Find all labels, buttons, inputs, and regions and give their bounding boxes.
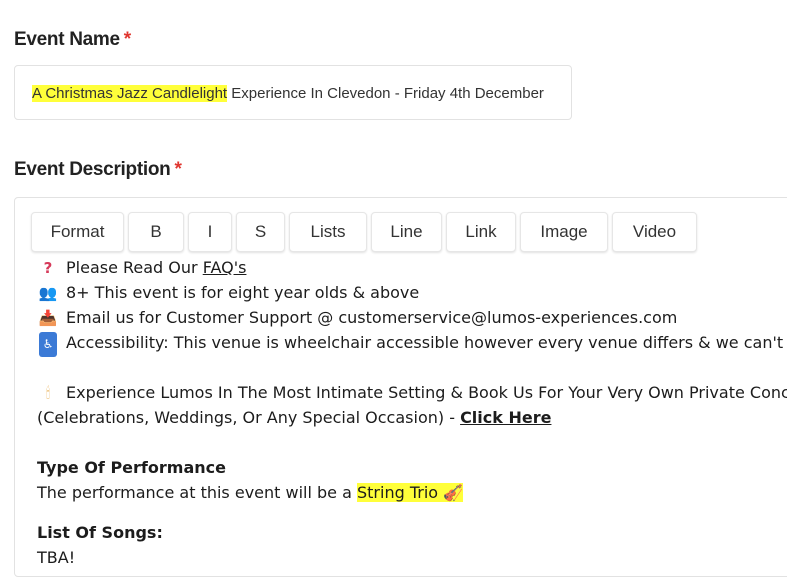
- faq-prefix: Please Read Our: [66, 258, 203, 277]
- performance-line: The performance at this event will be a …: [37, 480, 787, 505]
- songs-value: TBA!: [37, 548, 76, 567]
- wheelchair-icon: ♿: [39, 332, 57, 357]
- email-text: Email us for Customer Support @ customer…: [66, 308, 678, 327]
- event-name-input[interactable]: A Christmas Jazz Candlelight Experience …: [14, 65, 572, 120]
- event-description-label-text: Event Description: [14, 159, 171, 180]
- click-here-link[interactable]: Click Here: [460, 408, 551, 427]
- editor-toolbar: Format B I S Lists Line Link Image Video: [31, 212, 697, 252]
- required-marker: *: [174, 159, 182, 180]
- bold-button[interactable]: B: [128, 212, 184, 252]
- highlighted-text: A Christmas Jazz Candlelight: [32, 85, 228, 102]
- faq-link[interactable]: FAQ's: [203, 258, 247, 277]
- performance-heading: Type Of Performance: [37, 458, 226, 477]
- age-text: 8+ This event is for eight year olds & a…: [66, 283, 420, 302]
- required-marker: *: [123, 29, 131, 50]
- people-icon: 👥: [38, 284, 58, 302]
- image-button[interactable]: Image: [520, 212, 608, 252]
- event-description-label: Event Description *: [14, 159, 182, 181]
- event-description-editor[interactable]: Format B I S Lists Line Link Image Video…: [14, 197, 787, 577]
- private-line: 🕯 Experience Lumos In The Most Intimate S…: [37, 380, 787, 405]
- email-line: 📥 Email us for Customer Support @ custome…: [37, 305, 787, 330]
- performance-highlight: String Trio 🎻: [356, 483, 464, 502]
- private-text: Experience Lumos In The Most Intimate Se…: [66, 383, 787, 402]
- inbox-icon: 📥: [38, 309, 58, 327]
- question-icon: ?: [43, 259, 53, 277]
- accessibility-text: Accessibility: This venue is wheelchair …: [66, 333, 787, 352]
- songs-heading: List Of Songs:: [37, 523, 163, 542]
- performance-prefix: The performance at this event will be a: [37, 483, 357, 502]
- strikethrough-button[interactable]: S: [236, 212, 285, 252]
- faq-line: ? Please Read Our FAQ's: [37, 255, 787, 280]
- italic-button[interactable]: I: [188, 212, 232, 252]
- link-button[interactable]: Link: [446, 212, 516, 252]
- private-text-2: (Celebrations, Weddings, Or Any Special …: [37, 408, 461, 427]
- input-text-rest: Experience In Clevedon - Friday 4th Dece…: [227, 85, 544, 102]
- editor-content[interactable]: ? Please Read Our FAQ's 👥 8+ This event is…: [37, 255, 787, 570]
- event-name-label: Event Name *: [14, 29, 131, 51]
- private-line-2: (Celebrations, Weddings, Or Any Special …: [37, 405, 787, 430]
- format-button[interactable]: Format: [31, 212, 124, 252]
- line-button[interactable]: Line: [371, 212, 442, 252]
- event-name-label-text: Event Name: [14, 29, 120, 50]
- video-button[interactable]: Video: [612, 212, 697, 252]
- age-line: 👥 8+ This event is for eight year olds & …: [37, 280, 787, 305]
- accessibility-line: ♿ Accessibility: This venue is wheelchair…: [37, 330, 787, 357]
- candle-icon: 🕯: [45, 384, 51, 402]
- lists-button[interactable]: Lists: [289, 212, 367, 252]
